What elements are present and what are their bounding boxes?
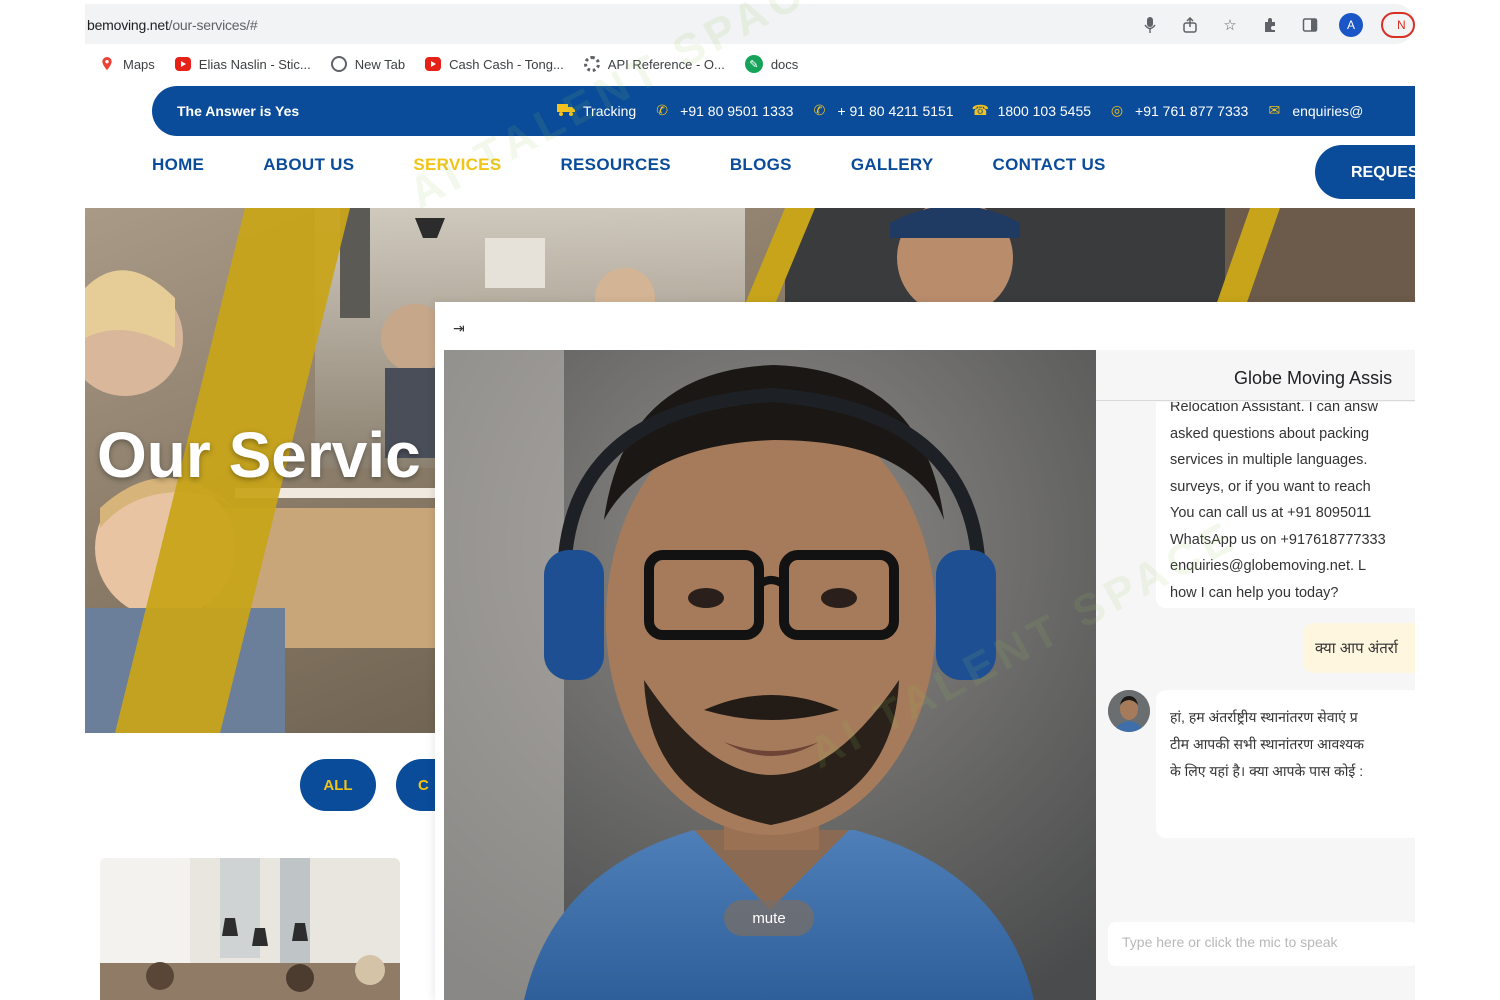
address-bar[interactable]: bemoving.net/our-services/# ☆ A N <box>85 4 1415 44</box>
profile-avatar[interactable]: A <box>1339 13 1363 37</box>
chat-title: Globe Moving Assis <box>1234 368 1393 388</box>
contact-strip: Tracking ✆ +91 80 9501 1333 ✆ + 91 80 42… <box>557 102 1363 119</box>
openai-icon <box>583 56 600 72</box>
new-badge[interactable]: N <box>1381 12 1415 38</box>
bookmark-label: Cash Cash - Tong... <box>449 56 564 72</box>
nav-home[interactable]: HOME <box>152 155 204 175</box>
phone-number-1: +91 80 9501 1333 <box>680 102 794 119</box>
chat-panel: Relocation Assistant. I can answ asked q… <box>1096 350 1415 1000</box>
url-path: /our-services/# <box>168 17 258 33</box>
bookmark-new-tab[interactable]: New Tab <box>330 56 406 72</box>
tollfree-number: 1800 103 5455 <box>997 102 1092 119</box>
user-message: क्या आप अंतर्रा <box>1303 623 1415 673</box>
tracking-link[interactable]: Tracking <box>557 102 636 119</box>
chat-input[interactable]: Type here or click the mic to speak <box>1108 922 1415 966</box>
service-card-image[interactable] <box>100 858 400 1000</box>
assistant-avatar-image <box>1108 690 1150 732</box>
nav-contact-us[interactable]: CONTACT US <box>993 155 1106 175</box>
url-host: bemoving.net <box>87 17 169 33</box>
youtube-icon <box>425 57 442 71</box>
bot-line: enquiries@globemoving.net. L <box>1170 558 1367 574</box>
bookmark-label: docs <box>770 56 799 72</box>
request-quote-button[interactable]: REQUES <box>1315 145 1415 199</box>
bookmark-label: Elias Naslin - Stic... <box>198 56 311 72</box>
phone-link-2[interactable]: ✆ + 91 80 4211 5151 <box>811 102 954 119</box>
bookmark-docs[interactable]: ✎ docs <box>744 55 799 73</box>
phone-icon: ✆ <box>813 102 826 118</box>
nav-blogs[interactable]: BLOGS <box>730 155 792 175</box>
bot-line: टीम आपकी सभी स्थानांतरण आवश्यक <box>1170 736 1365 752</box>
whatsapp-number: +91 761 877 7333 <box>1135 102 1249 119</box>
bookmark-youtube-2[interactable]: Cash Cash - Tong... <box>425 57 564 72</box>
mute-button[interactable]: mute <box>724 900 814 936</box>
side-panel-icon[interactable] <box>1299 14 1321 36</box>
mail-icon: ✉ <box>1268 102 1281 118</box>
extensions-icon[interactable] <box>1259 14 1281 36</box>
bookmark-maps[interactable]: Maps <box>99 57 155 72</box>
headset-icon: ☎ <box>971 102 990 118</box>
bookmark-api-reference[interactable]: API Reference - O... <box>583 56 725 72</box>
avatar-video: mute <box>444 350 1096 1000</box>
assistant-panel: ⇥ mute Relocation Assistant. I can answ … <box>435 302 1415 1000</box>
bookmark-label: New Tab <box>354 56 406 72</box>
docs-icon: ✎ <box>744 55 763 73</box>
bot-line: services in multiple languages. <box>1170 452 1368 468</box>
nav-gallery[interactable]: GALLERY <box>851 155 934 175</box>
nav-about-us[interactable]: ABOUT US <box>263 155 354 175</box>
bookmarks-bar: Maps Elias Naslin - Stic... New Tab Cash… <box>99 52 798 76</box>
filter-all-button[interactable]: ALL <box>300 759 376 811</box>
globe-icon <box>330 56 347 72</box>
collapse-panel-icon[interactable]: ⇥ <box>453 320 465 337</box>
bot-line: के लिए यहां है। क्या आपके पास कोई : <box>1170 763 1364 779</box>
bot-line: asked questions about packing <box>1170 425 1370 442</box>
tracking-label: Tracking <box>583 102 637 119</box>
youtube-icon <box>174 57 191 71</box>
bot-message-2: हां, हम अंतर्राष्ट्रीय स्थानांतरण सेवाएं… <box>1156 690 1415 838</box>
office-photo <box>100 858 400 1000</box>
browser-window: bemoving.net/our-services/# ☆ A N Maps E… <box>85 0 1415 1000</box>
email-link[interactable]: ✉ enquiries@ <box>1266 102 1363 119</box>
email-address: enquiries@ <box>1292 102 1364 119</box>
nav-services[interactable]: SERVICES <box>413 155 501 175</box>
nav-resources[interactable]: RESOURCES <box>560 155 670 175</box>
main-nav: HOME ABOUT US SERVICES RESOURCES BLOGS G… <box>152 155 1106 175</box>
tollfree-link[interactable]: ☎ 1800 103 5455 <box>972 102 1091 119</box>
bot-line: WhatsApp us on +917618777333 <box>1170 531 1386 548</box>
hero-title: Our Servic <box>97 419 421 491</box>
bookmark-star-icon[interactable]: ☆ <box>1219 14 1241 36</box>
chat-header-divider <box>1096 400 1415 401</box>
bookmark-youtube-1[interactable]: Elias Naslin - Stic... <box>174 56 311 72</box>
phone-icon: ✆ <box>656 102 669 118</box>
maps-pin-icon <box>102 57 112 71</box>
phone-link-1[interactable]: ✆ +91 80 9501 1333 <box>654 102 793 119</box>
toolbar-icons: ☆ A N <box>1139 12 1415 38</box>
truck-icon <box>557 102 575 119</box>
bot-line: surveys, or if you want to reach <box>1170 478 1371 495</box>
share-icon[interactable] <box>1179 14 1201 36</box>
bot-line: हां, हम अंतर्राष्ट्रीय स्थानांतरण सेवाएं… <box>1170 709 1358 725</box>
mic-icon[interactable] <box>1139 14 1161 36</box>
url-text[interactable]: bemoving.net/our-services/# <box>87 17 258 33</box>
phone-number-2: + 91 80 4211 5151 <box>837 102 954 119</box>
chat-header: Globe Moving Assis <box>1096 350 1415 402</box>
whatsapp-link[interactable]: ◎ +91 761 877 7333 <box>1109 102 1248 119</box>
viewport: bemoving.net/our-services/# ☆ A N Maps E… <box>0 0 1500 1000</box>
bot-line: You can call us at +91 8095011 <box>1170 505 1372 521</box>
whatsapp-icon: ◎ <box>1110 102 1124 118</box>
tagline: The Answer is Yes <box>177 103 300 119</box>
bookmark-label: Maps <box>123 56 155 72</box>
bookmark-label: API Reference - O... <box>607 56 725 72</box>
bot-line: how I can help you today? <box>1170 584 1339 601</box>
site-topbar: The Answer is Yes Tracking ✆ +91 80 9501… <box>152 86 1415 136</box>
assistant-avatar <box>1108 690 1150 732</box>
bot-message-1: Relocation Assistant. I can answ asked q… <box>1156 378 1415 608</box>
